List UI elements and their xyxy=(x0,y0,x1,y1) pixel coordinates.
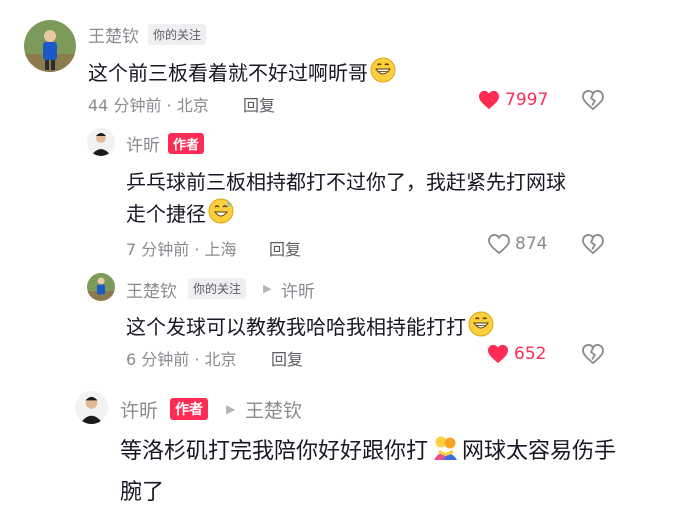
comment-time-location: 44 分钟前 · 北京 xyxy=(88,96,209,115)
reply-button[interactable]: 回复 xyxy=(271,346,303,370)
like-button[interactable]: 874 xyxy=(488,234,547,254)
commenter-name[interactable]: 许昕 xyxy=(120,396,158,423)
grinning-face-emoji xyxy=(468,311,494,342)
author-badge: 作者 xyxy=(168,133,205,154)
broken-heart-icon xyxy=(582,343,604,365)
heart-outline-icon xyxy=(488,234,510,254)
following-badge: 你的关注 xyxy=(188,278,247,299)
comment-text-content: 这个发球可以教教我哈哈我相持能打打 xyxy=(126,315,466,339)
broken-heart-icon xyxy=(582,89,604,111)
comment-text: 走个捷径 xyxy=(126,198,234,229)
comment-text-content: 走个捷径 xyxy=(126,202,206,226)
dislike-button[interactable] xyxy=(582,343,604,368)
avatar[interactable] xyxy=(75,391,108,424)
comment-text: 这个发球可以教教我哈哈我相持能打打 xyxy=(126,311,494,342)
commenter-name[interactable]: 王楚钦 xyxy=(126,277,177,302)
comment-text: 这个前三板看着就不好过啊昕哥 xyxy=(88,57,396,88)
reply-arrow-icon: ▶ xyxy=(263,282,272,295)
reply-arrow-icon: ▶ xyxy=(226,402,236,416)
dislike-button[interactable] xyxy=(582,89,604,114)
author-badge: 作者 xyxy=(170,398,208,420)
avatar[interactable] xyxy=(87,273,115,301)
commenter-name[interactable]: 许昕 xyxy=(126,131,160,156)
comment-text: 乒乓球前三板相持都打不过你了，我赶紧先打网球 xyxy=(126,170,566,194)
reply-to-name[interactable]: 王楚钦 xyxy=(245,396,302,423)
comment-text-content: 这个前三板看着就不好过啊昕哥 xyxy=(88,61,368,85)
grinning-face-emoji xyxy=(370,57,396,88)
heart-filled-icon xyxy=(479,90,499,110)
avatar[interactable] xyxy=(87,128,115,156)
comment-text: 等洛杉矶打完我陪你好好跟你打 网球太容易伤手 xyxy=(120,433,616,467)
reply-to-name[interactable]: 许昕 xyxy=(281,277,315,302)
reply-button[interactable]: 回复 xyxy=(269,236,301,260)
dislike-button[interactable] xyxy=(582,233,604,258)
comment-time-location: 7 分钟前 · 上海 xyxy=(126,240,237,259)
comment-text: 腕了 xyxy=(120,480,165,505)
comment-time-location: 6 分钟前 · 北京 xyxy=(126,350,237,369)
sweat-smile-emoji xyxy=(208,198,234,229)
like-button[interactable]: 7997 xyxy=(478,90,548,110)
hugging-people-emoji xyxy=(431,433,459,467)
like-count: 874 xyxy=(515,234,548,254)
like-button[interactable]: 652 xyxy=(487,344,546,364)
following-badge: 你的关注 xyxy=(148,24,207,45)
comment-text-content: 等洛杉矶打完我陪你好好跟你打 xyxy=(120,439,429,464)
heart-filled-icon xyxy=(488,344,508,364)
avatar[interactable] xyxy=(24,20,76,72)
reply-button[interactable]: 回复 xyxy=(243,92,275,116)
like-count: 652 xyxy=(514,344,547,364)
commenter-name[interactable]: 王楚钦 xyxy=(88,22,139,47)
like-count: 7997 xyxy=(505,90,549,110)
comment-text-content: 网球太容易伤手 xyxy=(462,439,617,464)
broken-heart-icon xyxy=(582,233,604,255)
